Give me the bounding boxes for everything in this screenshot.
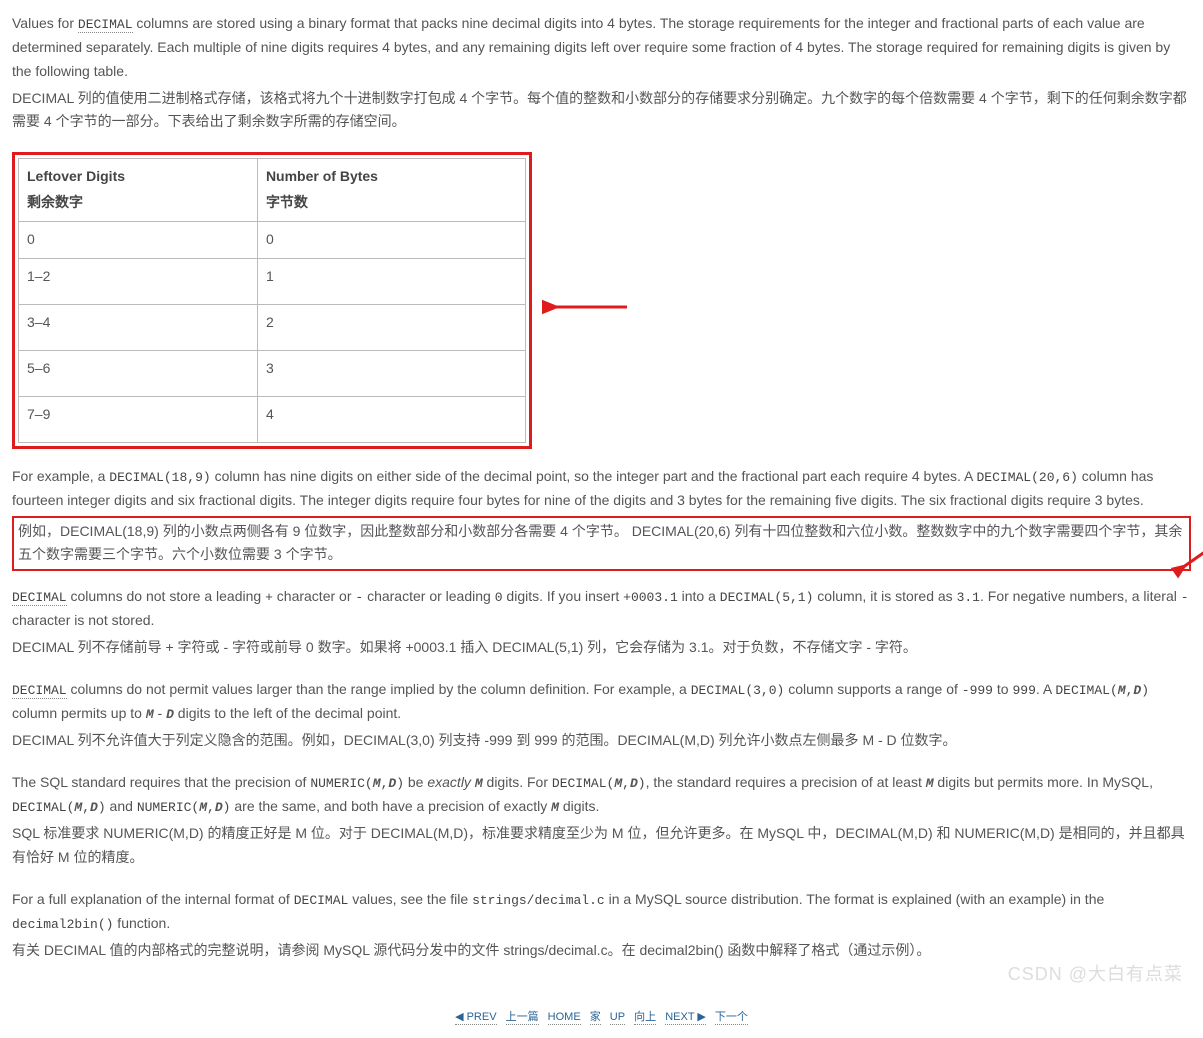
decimal-code: DECIMAL — [78, 17, 133, 33]
leftover-digits-table-box: Leftover Digits 剩余数字 Number of Bytes 字节数… — [12, 152, 532, 448]
para3-en: DECIMAL columns do not store a leading +… — [12, 585, 1191, 633]
para4-en: DECIMAL columns do not permit values lar… — [12, 678, 1191, 726]
arrow-icon — [542, 292, 632, 322]
para6-en: For a full explanation of the internal f… — [12, 888, 1191, 936]
table-row: 7–94 — [19, 396, 526, 442]
th-bytes: Number of Bytes 字节数 — [257, 159, 525, 222]
watermark: CSDN @大白有点菜 — [1008, 959, 1183, 990]
table-row: 1–21 — [19, 258, 526, 304]
para3-zh: DECIMAL 列不存储前导 + 字符或 - 字符或前导 0 数字。如果将 +0… — [12, 636, 1191, 660]
para1-en: Values for DECIMAL columns are stored us… — [12, 12, 1191, 84]
nav-prev-button[interactable]: ◀ PREV — [455, 1011, 496, 1025]
table-row: 5–63 — [19, 350, 526, 396]
para2-en: For example, a DECIMAL(18,9) column has … — [12, 465, 1191, 513]
para6-zh: 有关 DECIMAL 值的内部格式的完整说明，请参阅 MySQL 源代码分发中的… — [12, 939, 1191, 963]
nav-footer: ◀ PREV 上一篇 HOME 家 UP 向上 NEXT ▶ 下一个 — [12, 1003, 1191, 1027]
para2-zh-box: 例如，DECIMAL(18,9) 列的小数点两侧各有 9 位数字，因此整数部分和… — [12, 516, 1191, 572]
nav-up-zh-button[interactable]: 向上 — [634, 1011, 656, 1025]
table-row: 3–42 — [19, 304, 526, 350]
nav-next-button[interactable]: NEXT ▶ — [665, 1011, 706, 1025]
nav-prev-zh-button[interactable]: 上一篇 — [506, 1011, 539, 1025]
para5-en: The SQL standard requires that the preci… — [12, 771, 1191, 819]
leftover-digits-table: Leftover Digits 剩余数字 Number of Bytes 字节数… — [18, 158, 526, 442]
para5-zh: SQL 标准要求 NUMERIC(M,D) 的精度正好是 M 位。对于 DECI… — [12, 822, 1191, 870]
nav-up-button[interactable]: UP — [610, 1011, 625, 1025]
para1-zh: DECIMAL 列的值使用二进制格式存储，该格式将九个十进制数字打包成 4 个字… — [12, 87, 1191, 135]
para2-zh: 例如，DECIMAL(18,9) 列的小数点两侧各有 9 位数字，因此整数部分和… — [18, 523, 1182, 563]
para4-zh: DECIMAL 列不允许值大于列定义隐含的范围。例如，DECIMAL(3,0) … — [12, 729, 1191, 753]
nav-home-button[interactable]: HOME — [548, 1011, 581, 1025]
nav-home-zh-button[interactable]: 家 — [590, 1011, 601, 1025]
nav-next-zh-button[interactable]: 下一个 — [715, 1011, 748, 1025]
table-row: 00 — [19, 221, 526, 258]
th-leftover: Leftover Digits 剩余数字 — [19, 159, 258, 222]
